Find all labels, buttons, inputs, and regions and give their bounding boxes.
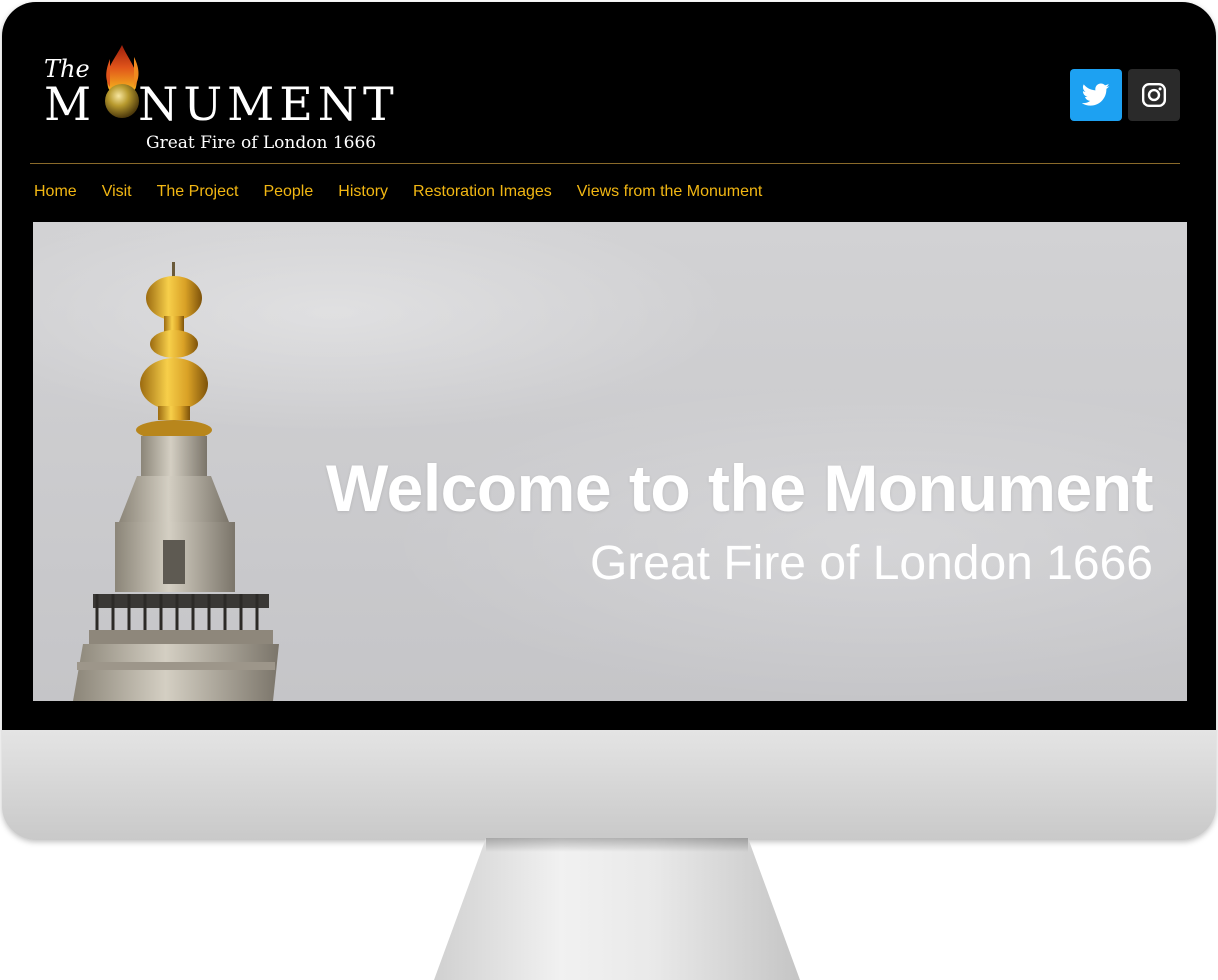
twitter-button[interactable] — [1070, 69, 1122, 121]
logo-subtitle: Great Fire of London 1666 — [146, 133, 377, 153]
flame-orb-icon — [105, 45, 139, 118]
site-header: The M NUMENT Great Fire of London 1666 — [30, 31, 1180, 164]
logo-m: M — [44, 77, 97, 131]
monitor-chin — [2, 730, 1216, 840]
nav-people[interactable]: People — [263, 183, 313, 201]
main-nav: Home Visit The Project People History Re… — [30, 164, 1188, 220]
instagram-icon — [1141, 82, 1167, 108]
monitor-stand — [434, 838, 800, 980]
nav-visit[interactable]: Visit — [102, 183, 132, 201]
website: The M NUMENT Great Fire of London 1666 H… — [30, 31, 1188, 703]
nav-restoration-images[interactable]: Restoration Images — [413, 183, 552, 201]
site-logo[interactable]: The M NUMENT Great Fire of London 1666 — [42, 41, 412, 156]
instagram-button[interactable] — [1128, 69, 1180, 121]
nav-the-project[interactable]: The Project — [157, 183, 239, 201]
nav-history[interactable]: History — [338, 183, 388, 201]
social-links — [1070, 69, 1180, 121]
hero-banner: Welcome to the Monument Great Fire of Lo… — [33, 222, 1187, 701]
monument-image — [73, 262, 279, 701]
nav-views-from-the-monument[interactable]: Views from the Monument — [577, 183, 763, 201]
twitter-icon — [1082, 83, 1110, 106]
logo-rest: NUMENT — [138, 77, 399, 131]
stand-shadow — [486, 838, 748, 852]
nav-home[interactable]: Home — [34, 183, 77, 201]
hero-title: Welcome to the Monument — [326, 451, 1153, 525]
hero-subtitle: Great Fire of London 1666 — [589, 537, 1153, 590]
logo-wordmark: M NUMENT — [44, 77, 399, 131]
